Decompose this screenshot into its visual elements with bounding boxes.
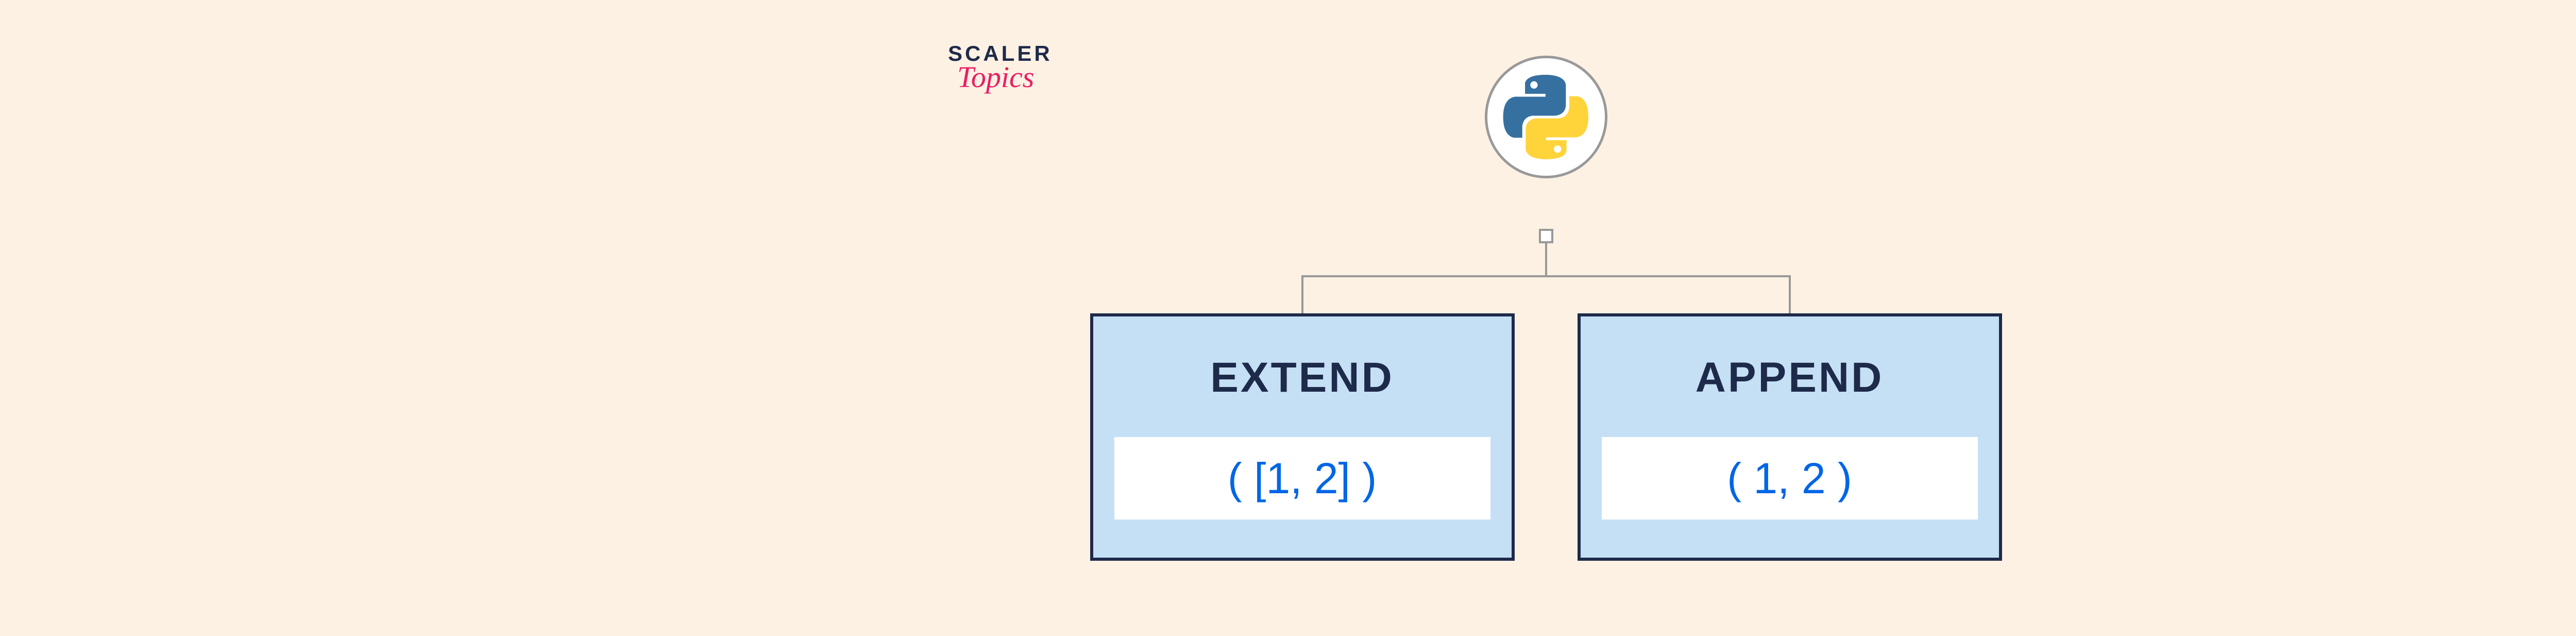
append-title: APPEND [1696,354,1884,402]
connector-bar [1301,275,1791,277]
append-args: ( 1, 2 ) [1602,437,1978,520]
extend-card: EXTEND ( [1, 2] ) [1090,313,1515,561]
root-node [1485,56,1607,178]
cards-row: EXTEND ( [1, 2] ) APPEND ( 1, 2 ) [1090,313,2002,561]
extend-args: ( [1, 2] ) [1114,437,1490,520]
python-icon [1501,72,1591,162]
connector-stub [1539,229,1553,243]
brand-logo: SCALER Topics [948,41,1053,94]
extend-title: EXTEND [1210,354,1394,402]
brand-subtitle: Topics [957,60,1034,94]
connector-right [1789,275,1791,313]
connector-line [1545,243,1547,277]
diagram-container: EXTEND ( [1, 2] ) APPEND ( 1, 2 ) [1090,56,2002,178]
connector-left [1301,275,1303,313]
append-card: APPEND ( 1, 2 ) [1578,313,2002,561]
